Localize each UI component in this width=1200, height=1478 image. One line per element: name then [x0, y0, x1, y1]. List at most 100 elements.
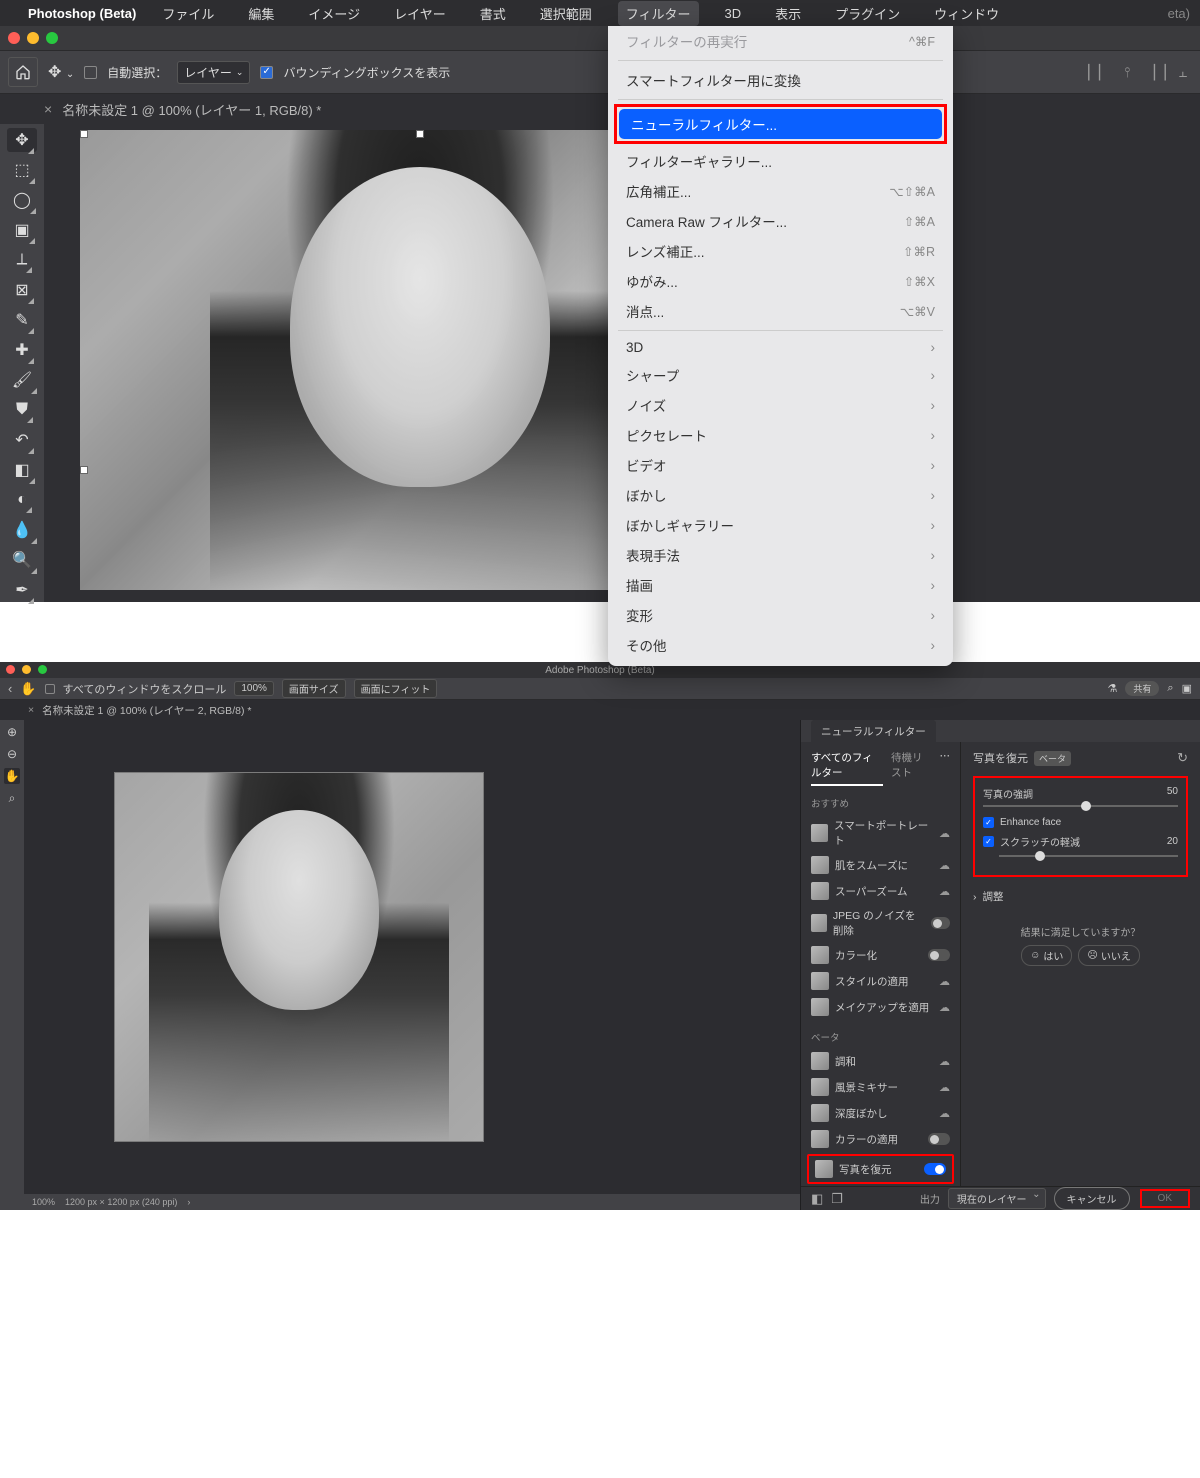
nf-photo-restore[interactable]: 写真を復元 [807, 1154, 954, 1184]
nf-depth-blur[interactable]: 深度ぼかし☁ [801, 1100, 960, 1126]
zoom-tool-mini[interactable]: ⌕ [4, 790, 20, 806]
share-button[interactable]: 共有 [1125, 681, 1159, 696]
transform-handle-ml[interactable] [80, 466, 88, 474]
nf-color-transfer[interactable]: カラーの適用 [801, 1126, 960, 1152]
fit-screen-button[interactable]: 画面サイズ [282, 679, 346, 698]
align-top-icon[interactable]: ⫠ [1174, 63, 1192, 81]
filter-sub-pixelate[interactable]: ピクセレート› [608, 420, 953, 450]
filter-sub-sharpen[interactable]: シャープ› [608, 360, 953, 390]
filter-sub-stylize[interactable]: 表現手法› [608, 540, 953, 570]
hand-tool-icon[interactable]: ✋ [20, 681, 36, 697]
filter-sub-3d[interactable]: 3D› [608, 335, 953, 360]
filter-smart-convert[interactable]: スマートフィルター用に変換 [608, 65, 953, 95]
menu-view[interactable]: 表示 [767, 1, 809, 26]
hand-tool-mini[interactable]: ✋ [4, 768, 20, 784]
transform-handle-tl[interactable] [80, 130, 88, 138]
menu-window[interactable]: ウィンドウ [926, 1, 1007, 26]
filter-sub-blur-gallery[interactable]: ぼかしギャラリー› [608, 510, 953, 540]
add-selection-icon[interactable]: ⊕ [4, 724, 20, 740]
eraser-tool[interactable]: ◧ [7, 458, 37, 482]
healing-tool[interactable]: ✚ [7, 338, 37, 362]
filter-wide-angle[interactable]: 広角補正...⌥⇧⌘A [608, 176, 953, 206]
maximize-window-button[interactable] [46, 32, 58, 44]
align-left-icon[interactable]: ▏▏ [1090, 63, 1108, 81]
reset-icon[interactable]: ↻ [1177, 750, 1188, 766]
object-select-tool[interactable]: ▣ [7, 218, 37, 242]
minimize-window-button[interactable] [27, 32, 39, 44]
align-center-icon[interactable]: ⫯ [1118, 63, 1136, 81]
ok-button[interactable]: OK [1144, 1190, 1186, 1207]
blur-tool[interactable]: 💧 [7, 518, 37, 542]
photo-enhance-slider[interactable] [983, 805, 1178, 807]
filter-sub-video[interactable]: ビデオ› [608, 450, 953, 480]
move-tool-icon[interactable]: ✥ ⌄ [48, 62, 74, 82]
brush-tool[interactable]: 🖌 [7, 368, 37, 392]
transform-handle-tc[interactable] [416, 130, 424, 138]
fit-window-button[interactable]: 画面にフィット [354, 679, 438, 698]
status-chevron-icon[interactable]: › [187, 1197, 190, 1207]
marquee-tool[interactable]: ⬚ [7, 158, 37, 182]
menu-filter[interactable]: フィルター [618, 1, 699, 26]
filter-sub-render[interactable]: 描画› [608, 570, 953, 600]
beaker-icon[interactable]: ⚗ [1108, 682, 1118, 695]
lasso-tool[interactable]: ◯ [7, 188, 37, 212]
feedback-yes-button[interactable]: ☺はい [1021, 945, 1072, 966]
nf-more-icon[interactable]: ⋯ [940, 750, 951, 786]
filter-liquify[interactable]: ゆがみ...⇧⌘X [608, 266, 953, 296]
document-tab-2[interactable]: × 名称未設定 1 @ 100% (レイヤー 2, RGB/8) * [0, 700, 1200, 720]
maximize-window-2[interactable] [38, 665, 47, 674]
filter-neural[interactable]: ニューラルフィルター... [619, 109, 942, 139]
layers-icon[interactable]: ❐ [831, 1191, 843, 1207]
auto-select-dropdown[interactable]: レイヤー⌄ [177, 61, 250, 84]
minimize-window-2[interactable] [22, 665, 31, 674]
eyedropper-tool[interactable]: ✎ [7, 308, 37, 332]
nf-smart-portrait[interactable]: スマートポートレート☁ [801, 814, 960, 852]
nf-landscape-mixer[interactable]: 風景ミキサー☁ [801, 1074, 960, 1100]
output-dropdown[interactable]: 現在のレイヤー [948, 1188, 1046, 1209]
nf-panel-tab[interactable]: ニューラルフィルター [811, 720, 936, 743]
nf-harmonize[interactable]: 調和☁ [801, 1048, 960, 1074]
menu-plugins[interactable]: プラグイン [827, 1, 908, 26]
stamp-tool[interactable]: ⛊ [7, 398, 37, 422]
nf-jpeg-artifacts[interactable]: JPEG のノイズを削除 [801, 904, 960, 942]
menu-file[interactable]: ファイル [154, 1, 222, 26]
filter-sub-distort[interactable]: 変形› [608, 600, 953, 630]
menu-select[interactable]: 選択範囲 [532, 1, 600, 26]
move-tool[interactable]: ✥ [7, 128, 37, 152]
menu-image[interactable]: イメージ [300, 1, 368, 26]
document-tab-title[interactable]: 名称未設定 1 @ 100% (レイヤー 1, RGB/8) * [62, 100, 321, 119]
crop-tool[interactable]: ⟂ [7, 248, 37, 272]
dodge-tool[interactable]: 🔍 [7, 548, 37, 572]
workspace-icon[interactable]: ▣ [1182, 682, 1192, 695]
scratch-slider[interactable] [999, 855, 1178, 857]
filter-vanishing[interactable]: 消点...⌥⌘V [608, 296, 953, 326]
nf-super-zoom[interactable]: スーパーズーム☁ [801, 878, 960, 904]
gradient-tool[interactable]: ◐ [7, 488, 37, 512]
filter-gallery[interactable]: フィルターギャラリー... [608, 146, 953, 176]
filter-camera-raw[interactable]: Camera Raw フィルター...⇧⌘A [608, 206, 953, 236]
filter-lens[interactable]: レンズ補正...⇧⌘R [608, 236, 953, 266]
nav-back-icon[interactable]: ‹ [8, 681, 12, 696]
filter-sub-noise[interactable]: ノイズ› [608, 390, 953, 420]
scratch-checkbox[interactable]: ✓ [983, 836, 994, 847]
pen-tool[interactable]: ✒ [7, 578, 37, 602]
filter-sub-blur[interactable]: ぼかし› [608, 480, 953, 510]
menu-type[interactable]: 書式 [472, 1, 514, 26]
history-brush-tool[interactable]: ↶ [7, 428, 37, 452]
nf-style-transfer[interactable]: スタイルの適用☁ [801, 968, 960, 994]
nf-tab-all[interactable]: すべてのフィルター [811, 750, 883, 786]
zoom-value[interactable]: 100% [234, 681, 274, 696]
menu-3d[interactable]: 3D [717, 3, 750, 24]
subtract-selection-icon[interactable]: ⊖ [4, 746, 20, 762]
close-window-button[interactable] [8, 32, 20, 44]
nf-tab-waitlist[interactable]: 待機リスト [891, 750, 932, 786]
nf-colorize[interactable]: カラー化 [801, 942, 960, 968]
bbox-checkbox[interactable] [260, 66, 273, 79]
search-icon[interactable]: ⌕ [1167, 682, 1173, 695]
cancel-button[interactable]: キャンセル [1054, 1187, 1130, 1210]
filter-sub-other[interactable]: その他› [608, 630, 953, 660]
adjust-accordion[interactable]: ›調整 [973, 885, 1188, 908]
close-window-2[interactable] [6, 665, 15, 674]
align-right-icon[interactable]: ▕▕ [1146, 63, 1164, 81]
auto-select-checkbox[interactable] [84, 66, 97, 79]
